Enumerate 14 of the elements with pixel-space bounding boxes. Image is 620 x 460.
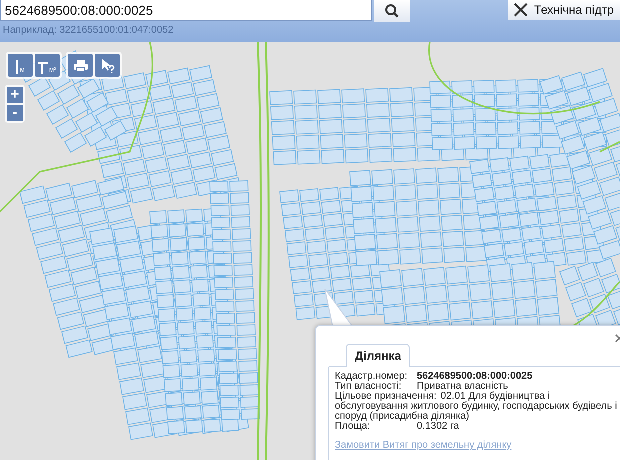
field-value: Приватна власність: [417, 382, 508, 392]
support-button[interactable]: Технічна підтр: [508, 0, 620, 20]
field-label: Кадастр.номер:: [335, 372, 409, 382]
example-hint: Наприклад: 3221655100:01:047:0052: [3, 25, 175, 36]
field-value: 5624689500:08:000:0025: [417, 372, 534, 382]
order-extract-link[interactable]: Замовити Витяг про земельну ділянку: [335, 441, 512, 451]
search-field[interactable]: 5624689500:08:000:0025: [0, 0, 372, 21]
purpose-field-text: Цільове призначення: 02.01 Для будівництва і обслуговування житлового будинку, господарських будівель і споруд (присадибна ділянка): [335, 392, 618, 422]
zoom-out-button[interactable]: -: [7, 105, 23, 121]
parcel-tab[interactable]: Ділянка: [346, 344, 410, 367]
field-value: 0.1302 га: [417, 422, 460, 432]
zoom-in-button[interactable]: +: [7, 87, 23, 103]
field-label: Площа:: [335, 422, 370, 432]
field-label: Тип власності:: [335, 382, 402, 392]
